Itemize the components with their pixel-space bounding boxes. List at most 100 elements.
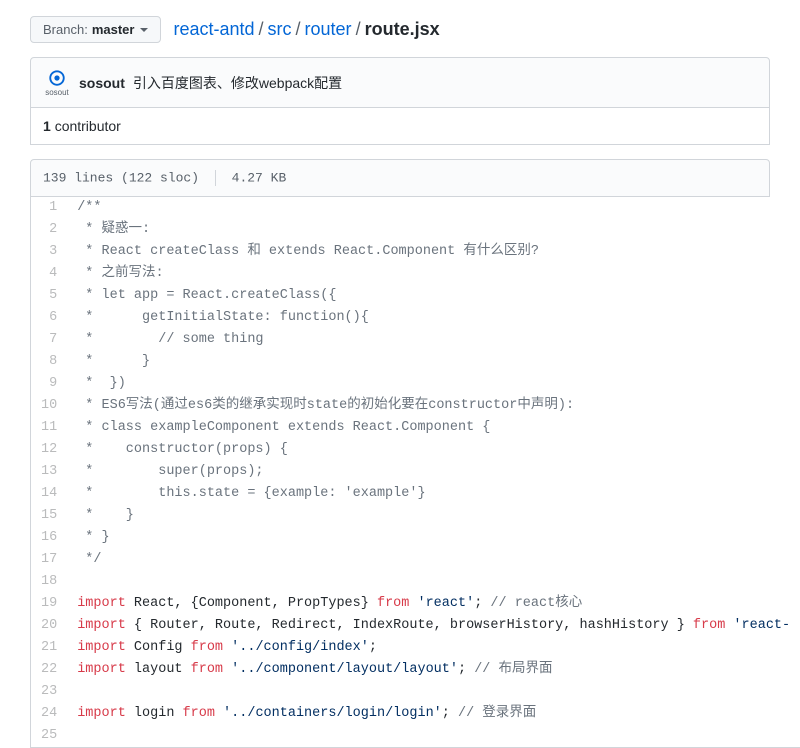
code-row: 6 * getInitialState: function(){ bbox=[31, 307, 800, 329]
avatar-icon bbox=[47, 68, 67, 88]
code-line[interactable]: import layout from '../component/layout/… bbox=[67, 659, 800, 681]
line-number[interactable]: 21 bbox=[31, 637, 68, 659]
code-line[interactable]: * 疑惑一: bbox=[67, 219, 800, 241]
line-number[interactable]: 16 bbox=[31, 527, 68, 549]
code-line[interactable] bbox=[67, 571, 800, 593]
code-row: 16 * } bbox=[31, 527, 800, 549]
code-row: 7 * // some thing bbox=[31, 329, 800, 351]
line-number[interactable]: 18 bbox=[31, 571, 68, 593]
line-number[interactable]: 25 bbox=[31, 725, 68, 748]
code-line[interactable]: * React createClass 和 extends React.Comp… bbox=[67, 241, 800, 263]
code-row: 12 * constructor(props) { bbox=[31, 439, 800, 461]
line-number[interactable]: 10 bbox=[31, 395, 68, 417]
code-line[interactable]: * } bbox=[67, 527, 800, 549]
line-number[interactable]: 23 bbox=[31, 681, 68, 703]
breadcrumb-sep: / bbox=[255, 19, 268, 39]
branch-label: Branch: bbox=[43, 22, 88, 37]
code-row: 9 * }) bbox=[31, 373, 800, 395]
line-number[interactable]: 12 bbox=[31, 439, 68, 461]
file-header: Branch: master react-antd/src/router/rou… bbox=[30, 16, 770, 43]
line-number[interactable]: 22 bbox=[31, 659, 68, 681]
code-row: 21import Config from '../config/index'; bbox=[31, 637, 800, 659]
line-number[interactable]: 7 bbox=[31, 329, 68, 351]
code-row: 17 */ bbox=[31, 549, 800, 571]
code-row: 25 bbox=[31, 725, 800, 748]
file-lines: 139 lines (122 sloc) bbox=[43, 170, 199, 185]
code-line[interactable]: * } bbox=[67, 351, 800, 373]
line-number[interactable]: 11 bbox=[31, 417, 68, 439]
code-row: 4 * 之前写法: bbox=[31, 263, 800, 285]
code-line[interactable]: * } bbox=[67, 505, 800, 527]
line-number[interactable]: 5 bbox=[31, 285, 68, 307]
code-line[interactable]: */ bbox=[67, 549, 800, 571]
code-line[interactable]: import { Router, Route, Redirect, IndexR… bbox=[67, 615, 800, 637]
commit-box: sosout sosout 引入百度图表、修改webpack配置 bbox=[30, 57, 770, 108]
code-line[interactable]: * 之前写法: bbox=[67, 263, 800, 285]
code-row: 13 * super(props); bbox=[31, 461, 800, 483]
code-row: 18 bbox=[31, 571, 800, 593]
code-line[interactable]: * let app = React.createClass({ bbox=[67, 285, 800, 307]
avatar[interactable]: sosout bbox=[43, 68, 71, 97]
code-row: 1/** bbox=[31, 197, 800, 219]
breadcrumb-sep: / bbox=[292, 19, 305, 39]
branch-select-button[interactable]: Branch: master bbox=[30, 16, 161, 43]
avatar-label: sosout bbox=[45, 88, 69, 97]
line-number[interactable]: 6 bbox=[31, 307, 68, 329]
code-line[interactable]: * ES6写法(通过es6类的继承实现时state的初始化要在construct… bbox=[67, 395, 800, 417]
divider bbox=[215, 170, 216, 186]
code-row: 23 bbox=[31, 681, 800, 703]
caret-down-icon bbox=[140, 28, 148, 32]
contributors-count: 1 bbox=[43, 118, 51, 134]
line-number[interactable]: 4 bbox=[31, 263, 68, 285]
code-line[interactable]: /** bbox=[67, 197, 800, 219]
code-line[interactable] bbox=[67, 725, 800, 748]
line-number[interactable]: 19 bbox=[31, 593, 68, 615]
code-line[interactable] bbox=[67, 681, 800, 703]
code-row: 20import { Router, Route, Redirect, Inde… bbox=[31, 615, 800, 637]
line-number[interactable]: 2 bbox=[31, 219, 68, 241]
code-line[interactable]: * super(props); bbox=[67, 461, 800, 483]
code-row: 3 * React createClass 和 extends React.Co… bbox=[31, 241, 800, 263]
contributors-label: contributor bbox=[55, 118, 121, 134]
file-size: 4.27 KB bbox=[232, 170, 287, 185]
code-line[interactable]: * }) bbox=[67, 373, 800, 395]
code-line[interactable]: * getInitialState: function(){ bbox=[67, 307, 800, 329]
code-row: 2 * 疑惑一: bbox=[31, 219, 800, 241]
line-number[interactable]: 8 bbox=[31, 351, 68, 373]
breadcrumb-link-router[interactable]: router bbox=[305, 19, 352, 39]
breadcrumb-current: route.jsx bbox=[365, 19, 440, 39]
line-number[interactable]: 1 bbox=[31, 197, 68, 219]
contributors-box: 1 contributor bbox=[30, 108, 770, 145]
code-line[interactable]: * this.state = {example: 'example'} bbox=[67, 483, 800, 505]
breadcrumb-sep: / bbox=[352, 19, 365, 39]
line-number[interactable]: 20 bbox=[31, 615, 68, 637]
code-row: 5 * let app = React.createClass({ bbox=[31, 285, 800, 307]
code-line[interactable]: import Config from '../config/index'; bbox=[67, 637, 800, 659]
commit-message[interactable]: 引入百度图表、修改webpack配置 bbox=[133, 73, 342, 93]
breadcrumb: react-antd/src/router/route.jsx bbox=[173, 19, 439, 40]
breadcrumb-repo-link[interactable]: react-antd bbox=[173, 19, 254, 39]
code-row: 10 * ES6写法(通过es6类的继承实现时state的初始化要在constr… bbox=[31, 395, 800, 417]
line-number[interactable]: 9 bbox=[31, 373, 68, 395]
code-line[interactable]: * constructor(props) { bbox=[67, 439, 800, 461]
code-line[interactable]: import login from '../containers/login/l… bbox=[67, 703, 800, 725]
line-number[interactable]: 17 bbox=[31, 549, 68, 571]
breadcrumb-link-src[interactable]: src bbox=[268, 19, 292, 39]
code-line[interactable]: * class exampleComponent extends React.C… bbox=[67, 417, 800, 439]
line-number[interactable]: 15 bbox=[31, 505, 68, 527]
line-number[interactable]: 13 bbox=[31, 461, 68, 483]
code-row: 8 * } bbox=[31, 351, 800, 373]
code-row: 14 * this.state = {example: 'example'} bbox=[31, 483, 800, 505]
commit-author[interactable]: sosout bbox=[79, 75, 125, 91]
file-meta-bar: 139 lines (122 sloc) 4.27 KB bbox=[30, 159, 770, 197]
code-row: 15 * } bbox=[31, 505, 800, 527]
branch-value: master bbox=[92, 22, 135, 37]
line-number[interactable]: 3 bbox=[31, 241, 68, 263]
line-number[interactable]: 24 bbox=[31, 703, 68, 725]
code-row: 22import layout from '../component/layou… bbox=[31, 659, 800, 681]
code-row: 11 * class exampleComponent extends Reac… bbox=[31, 417, 800, 439]
code-line[interactable]: * // some thing bbox=[67, 329, 800, 351]
code-line[interactable]: import React, {Component, PropTypes} fro… bbox=[67, 593, 800, 615]
code-table: 1/**2 * 疑惑一:3 * React createClass 和 exte… bbox=[30, 197, 800, 748]
line-number[interactable]: 14 bbox=[31, 483, 68, 505]
